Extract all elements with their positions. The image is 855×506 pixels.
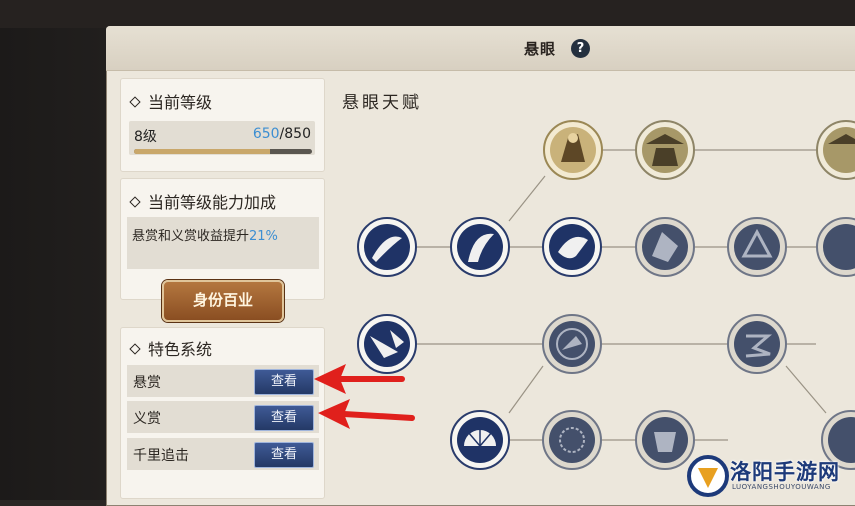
watermark-subtext: LUOYANGSHOUYOUWANG: [732, 483, 831, 491]
arrow-icon: [318, 399, 415, 429]
watermark-text: 洛阳手游网: [730, 460, 840, 484]
watermark: 洛阳手游网 LUOYANGSHOUYOUWANG: [684, 454, 855, 500]
arrow-icon: [314, 364, 405, 394]
annotation-arrows: [314, 364, 415, 429]
watermark-logo-icon: [687, 455, 729, 497]
